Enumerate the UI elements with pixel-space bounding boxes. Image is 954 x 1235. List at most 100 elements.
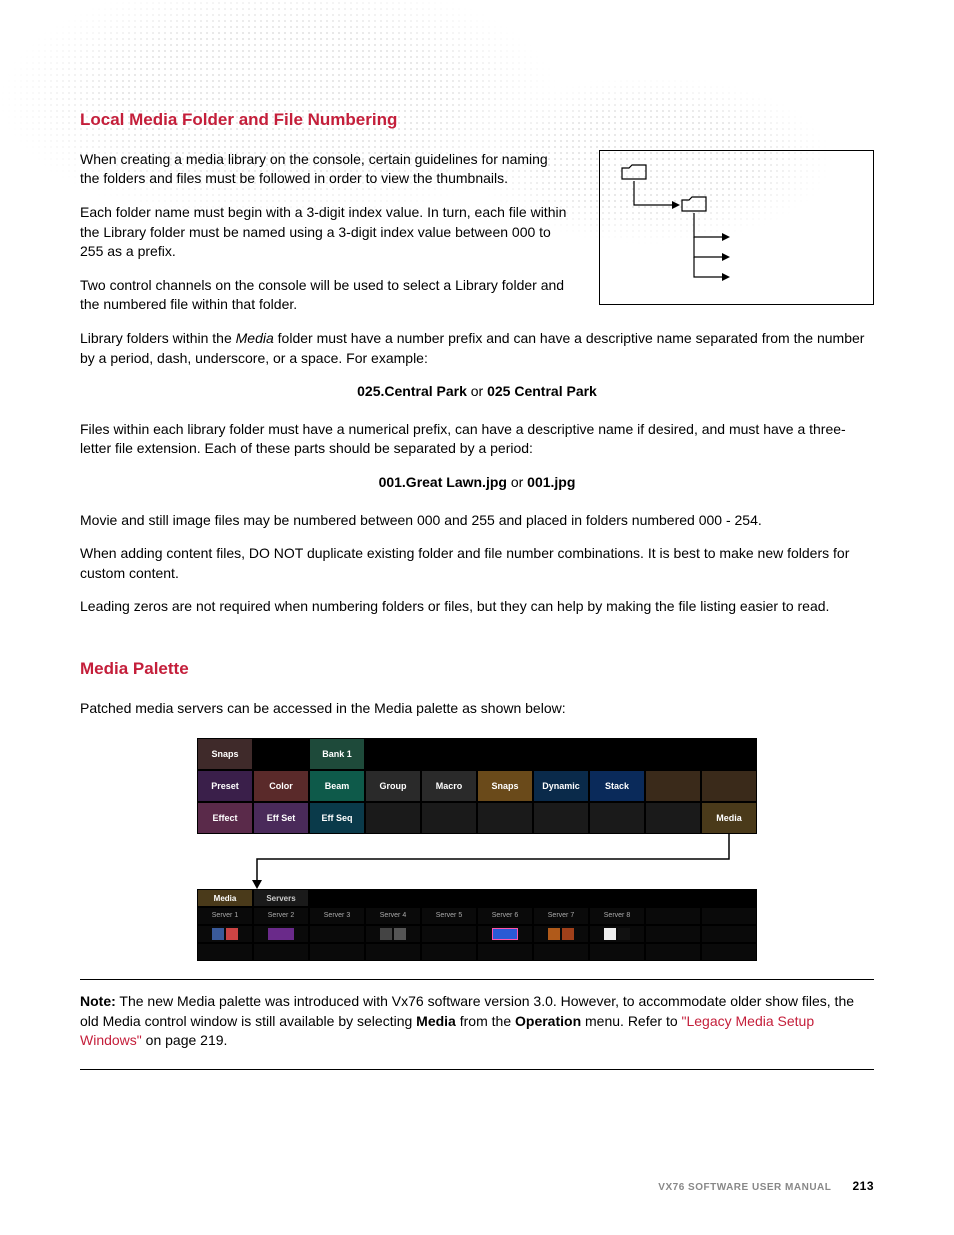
servers-header-media[interactable]: Media [197,889,253,907]
server-empty [533,943,589,961]
para-guidelines: When creating a media library on the con… [80,150,569,189]
palette-blank [421,802,477,834]
server-label-8: Server 8 [589,907,645,925]
footer-manual-title: VX76 SOFTWARE USER MANUAL [658,1182,831,1193]
note-b: from the [456,1013,515,1029]
server-label-blank [645,907,701,925]
palette-arrow-connector [197,834,757,889]
intro-row: When creating a media library on the con… [80,150,874,329]
heading-local-media: Local Media Folder and File Numbering [80,108,874,132]
servers-blank [645,889,701,907]
palette-blank [477,738,533,770]
para-numbering-range: Movie and still image files may be numbe… [80,511,874,531]
para-index-prefix: Each folder name must begin with a 3-dig… [80,203,569,262]
server-empty [309,943,365,961]
palette-beam[interactable]: Beam [309,770,365,802]
server-empty [421,943,477,961]
example1-mid: or [467,383,487,399]
palette-media[interactable]: Media [701,802,757,834]
folder-tree-diagram [599,150,874,305]
page-footer: VX76 SOFTWARE USER MANUAL 213 [658,1178,874,1195]
servers-blank [365,889,421,907]
palette-blank [365,802,421,834]
server-label-blank [701,907,757,925]
servers-grid: Media Servers Server 1 Server 2 Server 3… [197,889,757,961]
example-folder-name: 025.Central Park or 025 Central Park [80,382,874,402]
server-thumb-2[interactable] [253,925,309,943]
palette-color[interactable]: Color [253,770,309,802]
example1-b: 025 Central Park [487,383,597,399]
palette-effseq[interactable]: Eff Seq [309,802,365,834]
palette-blank [533,738,589,770]
para-leading-zeros: Leading zeros are not required when numb… [80,597,874,617]
palette-figure: Snaps Bank 1 Preset Color Beam Group Mac… [197,738,757,961]
palette-blank [645,802,701,834]
palette-stack[interactable]: Stack [589,770,645,802]
servers-blank [533,889,589,907]
server-empty [477,943,533,961]
para-control-channels: Two control channels on the console will… [80,276,569,315]
server-thumb-8[interactable] [589,925,645,943]
example1-a: 025.Central Park [357,383,467,399]
palette-blank [365,738,421,770]
palette-blank [589,802,645,834]
server-thumb-7[interactable] [533,925,589,943]
palette-blank [701,738,757,770]
palette-blank [533,802,589,834]
server-thumb-6[interactable] [477,925,533,943]
note-rule-top [80,979,874,980]
text-media-italic: Media [236,330,274,346]
server-thumb-4[interactable] [365,925,421,943]
servers-blank [421,889,477,907]
note-operation-bold: Operation [515,1013,581,1029]
server-thumb-5[interactable] [421,925,477,943]
server-thumb-blank [701,925,757,943]
palette-snaps[interactable]: Snaps [477,770,533,802]
servers-blank [701,889,757,907]
palette-dynamic[interactable]: Dynamic [533,770,589,802]
example2-a: 001.Great Lawn.jpg [379,474,507,490]
server-thumb-1[interactable] [197,925,253,943]
palette-blank [253,738,309,770]
palette-group[interactable]: Group [365,770,421,802]
para-no-duplicate: When adding content files, DO NOT duplic… [80,544,874,583]
palette-blank [645,770,701,802]
palette-grid: Snaps Bank 1 Preset Color Beam Group Mac… [197,738,757,834]
page-content: Local Media Folder and File Numbering Wh… [0,0,954,1142]
palette-effset[interactable]: Eff Set [253,802,309,834]
example-file-name: 001.Great Lawn.jpg or 001.jpg [80,473,874,493]
palette-blank [477,802,533,834]
note-media-bold: Media [416,1013,456,1029]
server-label-4: Server 4 [365,907,421,925]
palette-header-bank1[interactable]: Bank 1 [309,738,365,770]
server-empty [197,943,253,961]
server-label-7: Server 7 [533,907,589,925]
server-thumb-3[interactable] [309,925,365,943]
server-label-3: Server 3 [309,907,365,925]
text-a: Library folders within the [80,330,236,346]
servers-header-servers[interactable]: Servers [253,889,309,907]
servers-blank [309,889,365,907]
example2-mid: or [507,474,527,490]
footer-page-number: 213 [852,1179,874,1193]
server-label-6: Server 6 [477,907,533,925]
palette-blank [701,770,757,802]
server-empty [365,943,421,961]
palette-macro[interactable]: Macro [421,770,477,802]
server-empty [645,943,701,961]
servers-blank [477,889,533,907]
palette-blank [589,738,645,770]
server-thumb-blank [645,925,701,943]
palette-effect[interactable]: Effect [197,802,253,834]
note-rule-bottom [80,1069,874,1070]
note-label: Note: [80,993,116,1009]
note-paragraph: Note: The new Media palette was introduc… [80,992,874,1051]
note-d: on page 219. [142,1032,228,1048]
palette-preset[interactable]: Preset [197,770,253,802]
server-label-2: Server 2 [253,907,309,925]
server-label-1: Server 1 [197,907,253,925]
server-label-5: Server 5 [421,907,477,925]
palette-header-snaps[interactable]: Snaps [197,738,253,770]
para-patched-servers: Patched media servers can be accessed in… [80,699,874,719]
palette-blank [421,738,477,770]
